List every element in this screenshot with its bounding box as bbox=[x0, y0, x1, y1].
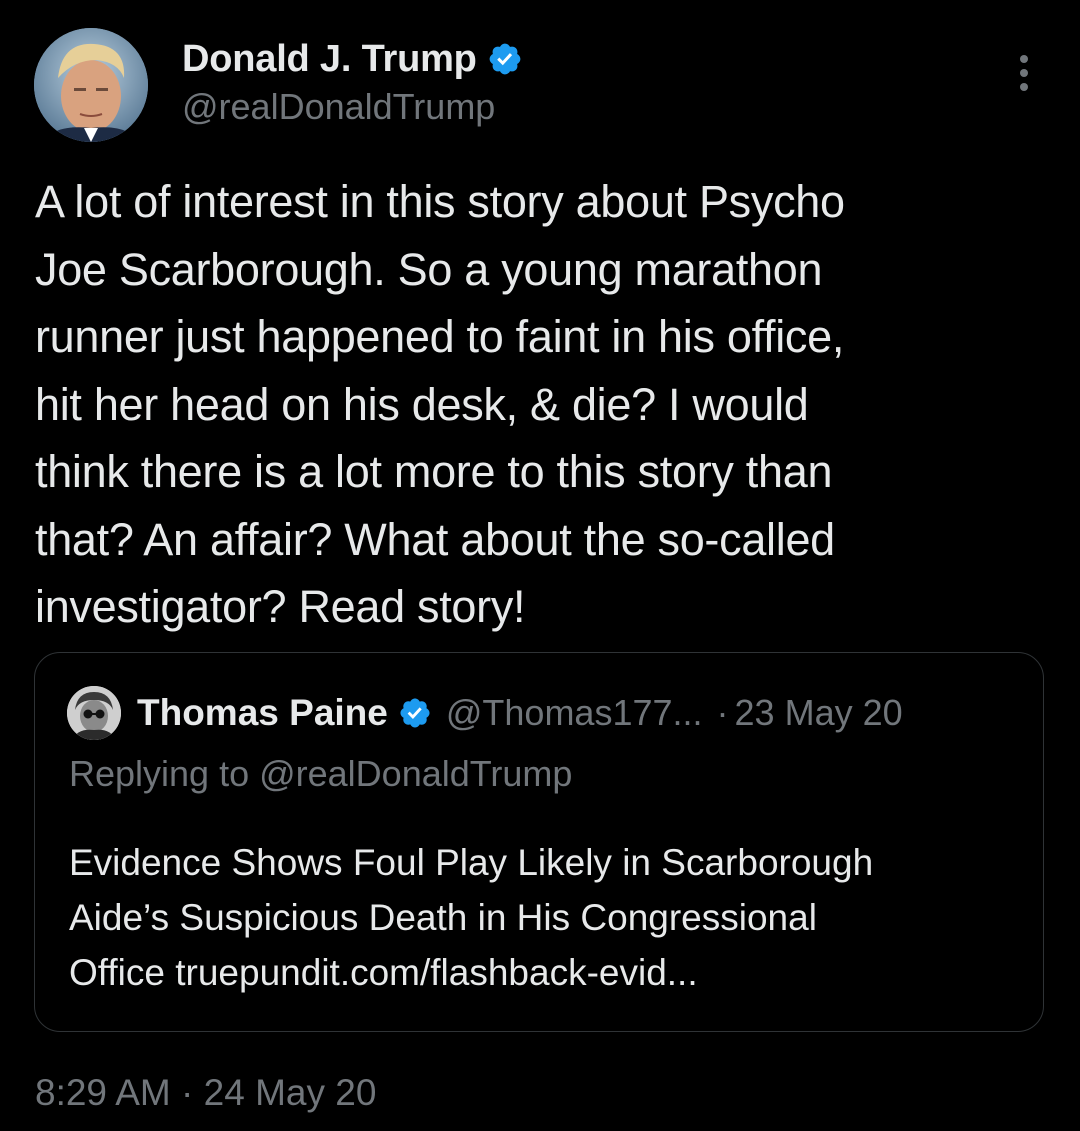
author-name-row: Donald J. Trump bbox=[182, 32, 523, 86]
quoted-tweet-date: 23 May 20 bbox=[734, 692, 903, 733]
more-options-button[interactable] bbox=[1004, 50, 1044, 96]
tweet-text: A lot of interest in this story about Ps… bbox=[35, 176, 845, 632]
quoted-tweet-text: Evidence Shows Foul Play Likely in Scarb… bbox=[69, 842, 874, 993]
more-dot-icon bbox=[1020, 83, 1028, 91]
verified-badge-icon bbox=[487, 41, 523, 77]
quoted-tweet-header: Thomas Paine @Thomas177... · 23 May 20 bbox=[67, 685, 903, 741]
quoted-date-separator: · bbox=[716, 692, 729, 733]
profile-photo-icon bbox=[67, 686, 121, 740]
author-avatar[interactable] bbox=[34, 28, 148, 142]
more-dot-icon bbox=[1020, 55, 1028, 63]
tweet-timestamp[interactable]: 8:29 AM · 24 May 20 bbox=[35, 1072, 376, 1114]
tweet-container: Donald J. Trump @realDonaldTrump A lot o… bbox=[0, 0, 1080, 1131]
quoted-tweet-card[interactable]: Thomas Paine @Thomas177... · 23 May 20 R… bbox=[34, 652, 1044, 1032]
author-handle[interactable]: @realDonaldTrump bbox=[182, 86, 495, 128]
profile-photo-icon bbox=[34, 28, 148, 142]
replying-to-label: Replying to @realDonaldTrump bbox=[69, 753, 573, 794]
quoted-author-handle: @Thomas177... bbox=[445, 692, 703, 733]
author-name[interactable]: Donald J. Trump bbox=[182, 38, 477, 81]
more-dot-icon bbox=[1020, 69, 1028, 77]
quoted-author-name: Thomas Paine bbox=[137, 692, 388, 733]
quoted-author-avatar bbox=[67, 686, 121, 740]
verified-badge-icon bbox=[398, 696, 432, 730]
